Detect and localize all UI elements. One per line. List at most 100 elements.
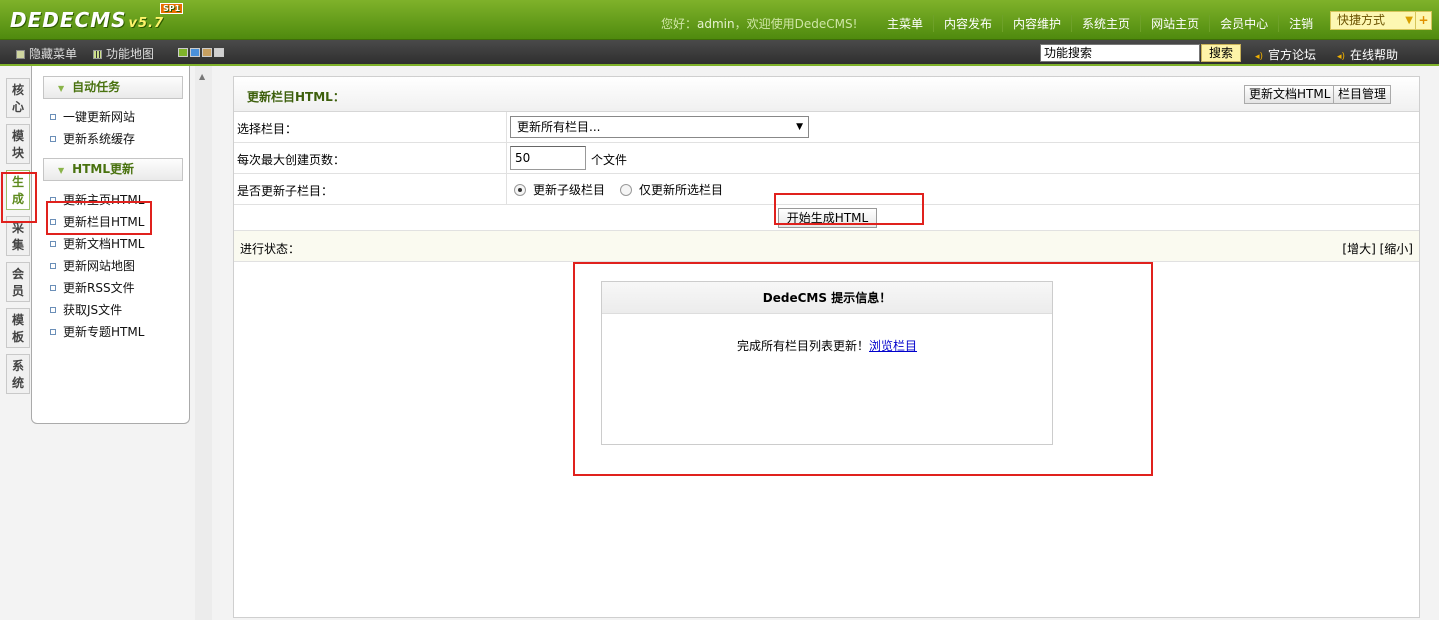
radio-update-children[interactable]: 更新子级栏目 <box>514 181 605 198</box>
tab-label: 模板 <box>12 313 25 344</box>
column-divider <box>506 174 507 204</box>
quick-menu-dropdown[interactable]: 快捷方式 ▼ + <box>1330 11 1432 30</box>
zoom-out-link[interactable]: [缩小] <box>1380 242 1413 256</box>
theme-color-brown[interactable] <box>202 48 212 57</box>
speaker-icon: ◂) <box>1337 52 1346 62</box>
menu-item-update-doc-html[interactable]: 更新文档HTML <box>50 233 189 255</box>
bullet-icon <box>50 114 56 120</box>
nav-logout[interactable]: 注销 <box>1278 15 1323 32</box>
radio-label: 仅更新所选栏目 <box>639 183 724 197</box>
max-pages-input[interactable]: 50 <box>510 146 586 170</box>
update-doc-html-button[interactable]: 更新文档HTML <box>1244 85 1336 104</box>
bullet-icon <box>50 285 56 291</box>
menu-item-update-rss[interactable]: 更新RSS文件 <box>50 277 189 299</box>
search-button[interactable]: 搜索 <box>1201 44 1241 62</box>
scroll-up-icon[interactable]: ▲ <box>199 72 205 81</box>
sidebar-menu: ▼ 自动任务 一键更新网站 更新系统缓存 ▼ HTML更新 更新主页HTML 更新栏… <box>31 66 190 424</box>
radio-update-selected-only[interactable]: 仅更新所选栏目 <box>620 181 723 198</box>
menu-item-update-sitemap[interactable]: 更新网站地图 <box>50 255 189 277</box>
radio-checked-icon <box>514 184 526 196</box>
logo-version: v5.7 <box>128 16 165 31</box>
update-subcategory-label: 是否更新子栏目： <box>237 184 334 198</box>
help-label: 在线帮助 <box>1350 48 1399 62</box>
tab-label: 会员 <box>12 267 25 298</box>
triangle-down-icon: ▼ <box>58 84 65 93</box>
theme-color-blue[interactable] <box>190 48 200 57</box>
bullet-icon <box>50 307 56 313</box>
tab-templates[interactable]: 模板 <box>6 308 30 348</box>
group-title: HTML更新 <box>72 162 134 176</box>
annotation-box-message <box>573 262 1153 476</box>
official-forum-link[interactable]: ◂) 官方论坛 <box>1255 46 1316 63</box>
page-title: 更新栏目HTML： <box>247 90 345 104</box>
progress-status-bar: 进行状态： [增大] [缩小] <box>234 231 1419 262</box>
category-manage-button[interactable]: 栏目管理 <box>1333 85 1392 104</box>
site-map-label: 功能地图 <box>106 47 155 61</box>
grid-icon <box>93 50 102 59</box>
dedecms-logo[interactable]: DEDECMS v5.7 SP1 <box>10 3 184 32</box>
theme-color-gray[interactable] <box>214 48 224 57</box>
status-label: 进行状态： <box>240 242 301 256</box>
menu-group-auto-tasks[interactable]: ▼ 自动任务 <box>43 76 183 99</box>
menu-item-one-click-update[interactable]: 一键更新网站 <box>50 106 189 128</box>
nav-system-home[interactable]: 系统主页 <box>1071 15 1140 32</box>
add-quick-button[interactable]: + <box>1415 12 1431 29</box>
tab-label: 系统 <box>12 359 25 390</box>
tab-label: 模块 <box>12 129 25 160</box>
nav-member-center[interactable]: 会员中心 <box>1209 15 1278 32</box>
select-category-label: 选择栏目： <box>237 122 298 136</box>
bullet-icon <box>50 329 56 335</box>
group-title: 自动任务 <box>72 80 121 94</box>
select-category-row: 选择栏目： 更新所有栏目... ▼ <box>234 112 1419 143</box>
tab-label: 采集 <box>12 221 25 252</box>
hide-menu-label: 隐藏菜单 <box>29 47 78 61</box>
menu-item-label: 更新网站地图 <box>63 259 136 273</box>
logo-text: DEDECMS <box>10 8 127 32</box>
annotation-box-tab <box>1 172 37 223</box>
hide-menu-button[interactable]: 隐藏菜单 <box>16 45 77 62</box>
menu-item-label: 获取JS文件 <box>63 303 123 317</box>
function-search-input[interactable]: 功能搜索 <box>1040 44 1200 62</box>
category-select[interactable]: 更新所有栏目... ▼ <box>510 116 809 138</box>
top-nav: 主菜单 内容发布 内容维护 系统主页 网站主页 会员中心 注销 <box>877 15 1323 32</box>
menu-group-html-update[interactable]: ▼ HTML更新 <box>43 158 183 181</box>
max-pages-row: 每次最大创建页数： 50 个文件 <box>234 143 1419 174</box>
online-help-link[interactable]: ◂) 在线帮助 <box>1337 46 1398 63</box>
welcome-text: 您好：admin，欢迎使用DedeCMS! <box>661 15 857 32</box>
bullet-icon <box>50 263 56 269</box>
panel-header: 更新栏目HTML： 更新文档HTML 栏目管理 <box>234 77 1419 112</box>
hide-menu-icon <box>16 50 25 59</box>
tab-members[interactable]: 会员 <box>6 262 30 302</box>
theme-color-green[interactable] <box>178 48 188 57</box>
nav-site-home[interactable]: 网站主页 <box>1140 15 1209 32</box>
nav-main-menu[interactable]: 主菜单 <box>877 15 933 32</box>
zoom-controls: [增大] [缩小] <box>1342 240 1413 257</box>
nav-content-publish[interactable]: 内容发布 <box>933 15 1002 32</box>
annotation-box-start-button <box>774 193 924 225</box>
tab-system[interactable]: 系统 <box>6 354 30 394</box>
bullet-icon <box>50 241 56 247</box>
welcome-suffix: ，欢迎使用DedeCMS! <box>734 17 858 31</box>
menu-item-label: 更新文档HTML <box>63 237 145 251</box>
column-divider <box>506 112 507 142</box>
speaker-icon: ◂) <box>1255 52 1264 62</box>
auto-tasks-list: 一键更新网站 更新系统缓存 <box>50 106 189 150</box>
tab-label: 核心 <box>12 83 25 114</box>
toolbar: 隐藏菜单 功能地图 功能搜索 搜索 ◂) 官方论坛 ◂) 在线帮助 <box>0 40 1439 66</box>
tab-modules[interactable]: 模块 <box>6 124 30 164</box>
menu-item-update-topic-html[interactable]: 更新专题HTML <box>50 321 189 343</box>
menu-item-label: 更新专题HTML <box>63 325 145 339</box>
username: admin <box>697 17 735 31</box>
zoom-in-link[interactable]: [增大] <box>1342 242 1375 256</box>
forum-label: 官方论坛 <box>1268 48 1317 62</box>
tab-core[interactable]: 核心 <box>6 78 30 118</box>
bullet-icon <box>50 136 56 142</box>
nav-content-maintain[interactable]: 内容维护 <box>1002 15 1071 32</box>
quick-menu-label: 快捷方式 <box>1337 13 1386 27</box>
menu-item-get-js[interactable]: 获取JS文件 <box>50 299 189 321</box>
menu-item-label: 更新RSS文件 <box>63 281 135 295</box>
menu-scrollbar[interactable]: ▲ <box>195 66 212 620</box>
site-map-button[interactable]: 功能地图 <box>93 45 154 62</box>
radio-label: 更新子级栏目 <box>533 183 606 197</box>
menu-item-update-cache[interactable]: 更新系统缓存 <box>50 128 189 150</box>
